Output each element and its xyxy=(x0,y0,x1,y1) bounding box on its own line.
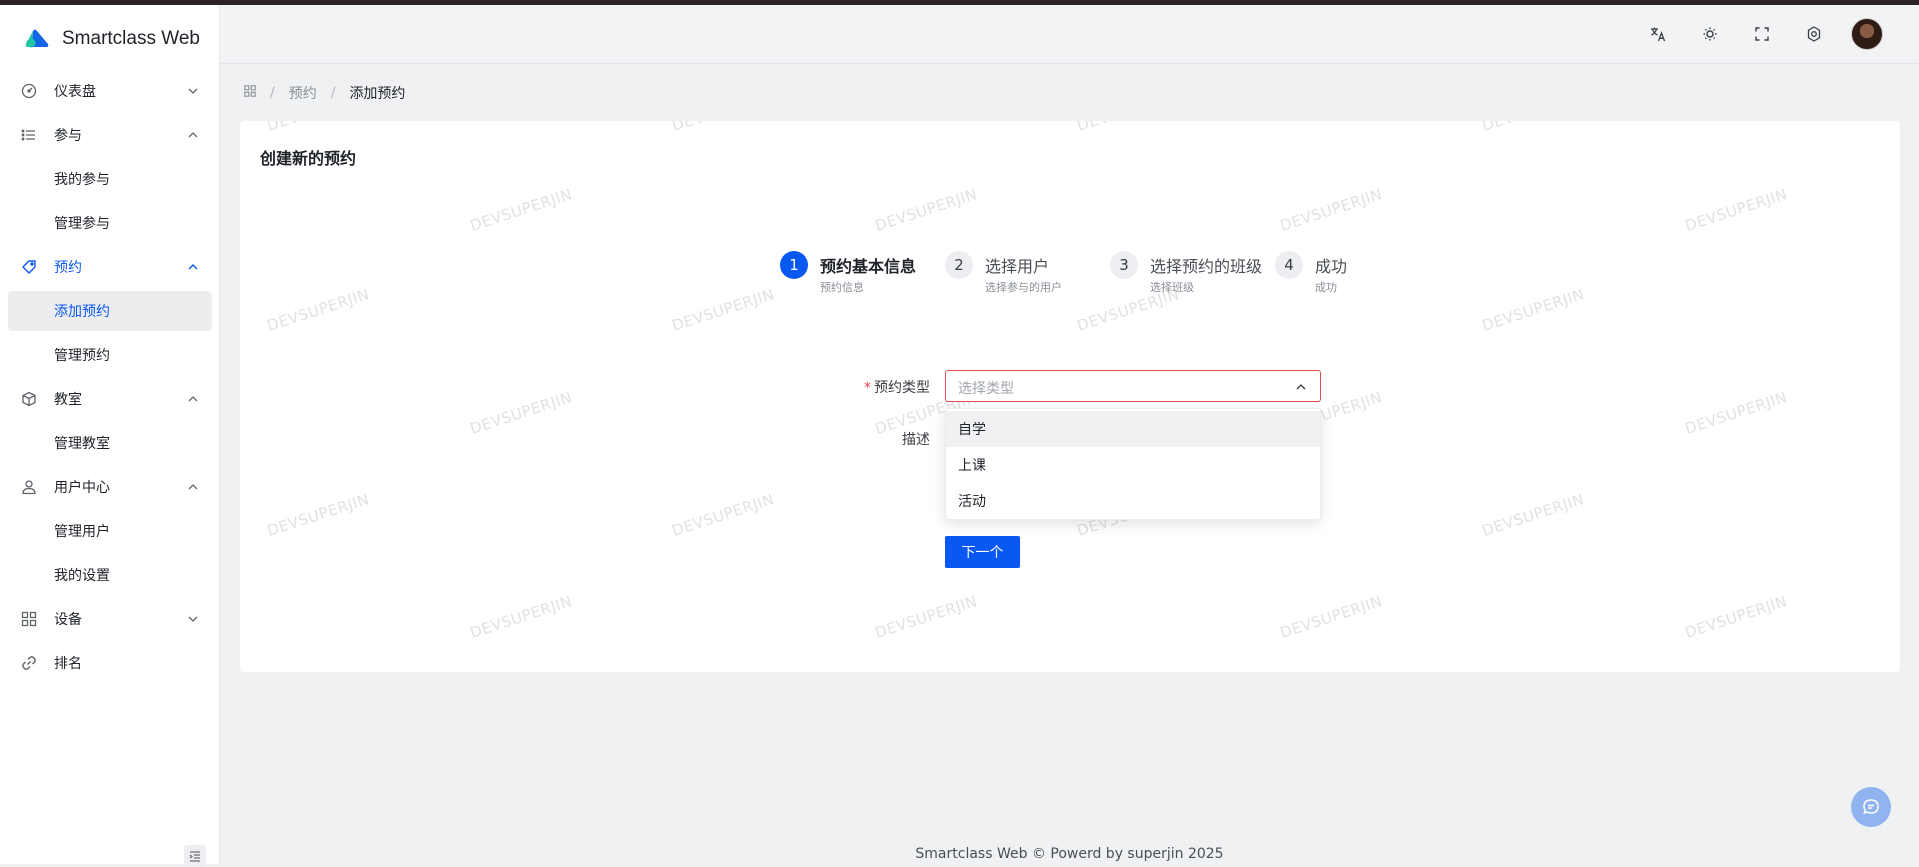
watermark: DEVSUPERJIN xyxy=(1277,592,1385,642)
dropdown-option[interactable]: 上课 xyxy=(946,447,1320,483)
watermark: DEVSUPERJIN xyxy=(1682,185,1790,235)
sidebar-subitem-manage-participation[interactable]: 管理参与 xyxy=(8,203,212,243)
step-number: 3 xyxy=(1110,251,1138,279)
watermark: DEVSUPERJIN xyxy=(1075,121,1182,135)
reservation-type-dropdown: 自学 上课 活动 xyxy=(945,408,1321,520)
step-description: 选择参与的用户 xyxy=(985,281,1062,294)
chevron-up-icon xyxy=(188,484,198,490)
watermark: DEVSUPERJIN xyxy=(1682,592,1790,642)
sidebar-subitem-my-settings[interactable]: 我的设置 xyxy=(8,555,212,595)
sidebar-item-user-center[interactable]: 用户中心 xyxy=(8,467,212,507)
watermark: DEVSUPERJIN xyxy=(1479,490,1587,540)
step-title: 选择用户 xyxy=(985,257,1050,276)
list-icon xyxy=(20,126,38,144)
required-marker: * xyxy=(864,380,871,396)
fullscreen-icon[interactable] xyxy=(1750,22,1774,46)
watermark: DEVSUPERJIN xyxy=(467,592,575,642)
watermark: DEVSUPERJIN xyxy=(872,592,980,642)
watermark: DEVSUPERJIN xyxy=(669,490,777,540)
breadcrumb-current: 添加预约 xyxy=(349,86,406,102)
watermark: DEVSUPERJIN xyxy=(1479,285,1587,335)
sidebar-item-ranking[interactable]: 排名 xyxy=(8,643,212,683)
watermark: DEVSUPERJIN xyxy=(670,121,777,135)
theme-sun-icon[interactable] xyxy=(1698,22,1722,46)
watermark: DEVSUPERJIN xyxy=(669,285,777,335)
watermark: DEVSUPERJIN xyxy=(1682,388,1790,438)
sidebar-item-participation[interactable]: 参与 xyxy=(8,115,212,155)
app-title: Smartclass Web xyxy=(62,28,200,49)
step-title: 成功 xyxy=(1315,257,1348,276)
tag-icon xyxy=(20,258,38,276)
watermark: DEVSUPERJIN xyxy=(264,490,372,540)
breadcrumb: / 预约 / 添加预约 xyxy=(244,84,405,102)
grid-icon xyxy=(20,610,38,628)
dropdown-option[interactable]: 活动 xyxy=(946,483,1320,519)
breadcrumb-separator: / xyxy=(330,85,336,101)
watermark: DEVSUPERJIN xyxy=(467,185,575,235)
dropdown-option[interactable]: 自学 xyxy=(946,411,1320,447)
sidebar-item-devices[interactable]: 设备 xyxy=(8,599,212,639)
reservation-type-label: * 预约类型 xyxy=(864,380,930,396)
sidebar-item-label: 仪表盘 xyxy=(54,84,96,100)
page-title: 创建新的预约 xyxy=(260,149,357,168)
cube-icon xyxy=(20,390,38,408)
breadcrumb-item[interactable]: 预约 xyxy=(289,83,317,103)
settings-gear-icon[interactable] xyxy=(1802,22,1826,46)
top-accent-bar xyxy=(0,0,1919,5)
step-title: 预约基本信息 xyxy=(820,257,917,276)
home-grid-icon[interactable] xyxy=(244,85,256,101)
sidebar-menu: 仪表盘 参与 我的参与 管理参与 预约 添加预约 管理预约 教室 管理教室 用户… xyxy=(8,71,212,687)
step-number: 2 xyxy=(945,251,973,279)
footer-text: Smartclass Web © Powerd by superjin 2025 xyxy=(915,846,1224,862)
sidebar-subitem-manage-reservation[interactable]: 管理预约 xyxy=(8,335,212,375)
sidebar-subitem-add-reservation[interactable]: 添加预约 xyxy=(8,291,212,331)
user-icon xyxy=(20,478,38,496)
sidebar-subitem-manage-classroom[interactable]: 管理教室 xyxy=(8,423,212,463)
sidebar-subitem-manage-users[interactable]: 管理用户 xyxy=(8,511,212,551)
top-header xyxy=(220,5,1919,64)
select-placeholder: 选择类型 xyxy=(958,381,1014,397)
watermark: DEVSUPERJIN xyxy=(872,185,980,235)
sidebar-item-label: 预约 xyxy=(54,260,82,276)
sidebar-item-classroom[interactable]: 教室 xyxy=(8,379,212,419)
next-button[interactable]: 下一个 xyxy=(945,536,1020,568)
chevron-up-icon xyxy=(188,396,198,402)
translate-icon[interactable] xyxy=(1646,22,1670,46)
chevron-up-icon xyxy=(1296,384,1306,390)
sidebar-item-label: 排名 xyxy=(54,656,82,672)
app-logo[interactable]: Smartclass Web xyxy=(24,22,200,56)
sidebar-item-label: 设备 xyxy=(54,612,82,628)
description-label: 描述 xyxy=(902,432,930,448)
step-description: 预约信息 xyxy=(820,281,864,294)
logo-icon xyxy=(25,29,49,48)
watermark: DEVSUPERJIN xyxy=(1277,185,1385,235)
step-description: 成功 xyxy=(1315,281,1337,294)
chevron-down-icon xyxy=(188,616,198,622)
watermark: DEVSUPERJIN xyxy=(467,388,575,438)
dashboard-icon xyxy=(20,82,38,100)
link-icon xyxy=(20,654,38,672)
watermark: DEVSUPERJIN xyxy=(265,121,372,135)
step-title: 选择预约的班级 xyxy=(1150,257,1263,276)
form-card: 创建新的预约 DEVSUPERJIN DEVSUPERJIN DEVSUPERJ… xyxy=(240,121,1900,672)
watermark: DEVSUPERJIN xyxy=(1480,121,1587,135)
sidebar-item-dashboard[interactable]: 仪表盘 xyxy=(8,71,212,111)
sidebar-item-reservation[interactable]: 预约 xyxy=(8,247,212,287)
breadcrumb-separator: / xyxy=(270,85,275,101)
chevron-up-icon xyxy=(188,132,198,138)
sidebar-item-label: 参与 xyxy=(54,128,82,144)
watermark: DEVSUPERJIN xyxy=(264,285,372,335)
sidebar-item-label: 教室 xyxy=(54,392,82,408)
sidebar-subitem-my-participation[interactable]: 我的参与 xyxy=(8,159,212,199)
reservation-type-select[interactable]: 选择类型 xyxy=(945,370,1321,402)
step-description: 选择班级 xyxy=(1150,281,1194,294)
chevron-down-icon xyxy=(188,88,198,94)
step-number: 1 xyxy=(780,251,808,279)
chevron-up-icon xyxy=(188,264,198,270)
step-number: 4 xyxy=(1275,251,1303,279)
chat-icon[interactable] xyxy=(1851,787,1891,827)
sidebar: Smartclass Web 仪表盘 参与 我的参与 管理参与 预约 添加预约 xyxy=(0,5,220,867)
sidebar-item-label: 用户中心 xyxy=(54,480,110,496)
user-avatar[interactable] xyxy=(1851,18,1883,50)
